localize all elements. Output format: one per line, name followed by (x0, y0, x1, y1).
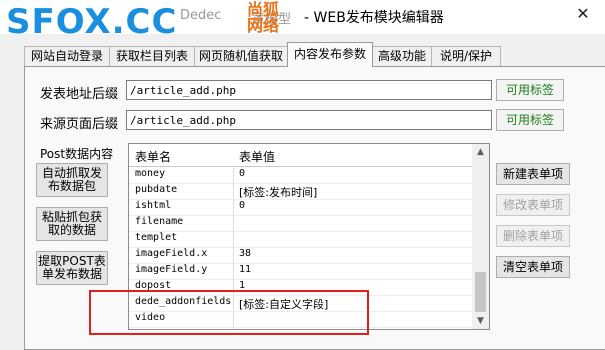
post-suffix-label: 发表地址后缀 (40, 87, 119, 102)
table-header: 表单名 表单值 (129, 144, 472, 167)
row-name: ishtml (135, 200, 172, 211)
tab-advanced[interactable]: 高级功能 (372, 46, 432, 66)
post-suffix-input[interactable]: /article_add.php (126, 80, 492, 100)
scroll-thumb[interactable] (475, 272, 486, 312)
watermark-logo-cn: 尚狐 网络 (225, 2, 301, 38)
tab-help-protect[interactable]: 说明/保护 (431, 46, 501, 66)
source-suffix-label: 来源页面后缀 (40, 117, 119, 132)
row-name: filename (135, 216, 184, 227)
highlight-box (89, 290, 369, 335)
table-row[interactable]: imageField.y 11 (129, 263, 472, 280)
extract-post-button[interactable]: 提取POST表单发布数据 (36, 251, 108, 285)
table-row[interactable]: templet (129, 231, 472, 248)
window-title-partial: Dedec (180, 8, 222, 23)
table-row[interactable]: ishtml 0 (129, 199, 472, 216)
row-name: pubdate (135, 184, 178, 195)
title-bar: Dedec 章模型 - WEB发布模块编辑器 SFOX.CC 尚狐 网络 ✕ (0, 0, 605, 42)
tab-site-login[interactable]: 网站自动登录 (24, 46, 110, 66)
watermark-cn-line2: 网络 (246, 16, 279, 35)
header-form-name[interactable]: 表单名 (135, 148, 171, 165)
tab-random-values[interactable]: 网页随机值获取 (194, 46, 288, 66)
row-value: 38 (239, 248, 252, 259)
table-scrollbar[interactable]: ▲ ▼ (472, 144, 489, 329)
new-item-button[interactable]: 新建表单项 (496, 163, 570, 185)
clear-items-button[interactable]: 清空表单项 (496, 256, 570, 278)
scroll-up-icon[interactable]: ▲ (472, 144, 489, 160)
row-name: money (135, 168, 166, 179)
source-tags-button[interactable]: 可用标签 (496, 109, 564, 131)
table-row[interactable]: filename (129, 215, 472, 232)
header-form-value[interactable]: 表单值 (239, 148, 275, 165)
table-row[interactable]: money 0 (129, 167, 472, 184)
row-name: imageField.y (135, 264, 208, 275)
edit-item-button[interactable]: 修改表单项 (496, 194, 570, 216)
table-row[interactable]: imageField.x 38 (129, 247, 472, 264)
row-value: 0 (239, 200, 246, 211)
paste-capture-button[interactable]: 粘贴抓包获取的数据 (36, 207, 108, 241)
window-title: - WEB发布模块编辑器 (304, 10, 444, 26)
auto-capture-button[interactable]: 自动抓取发布数据包 (36, 163, 108, 197)
table-row[interactable]: pubdate [标签:发布时间] (129, 183, 472, 200)
row-value: 0 (239, 168, 246, 179)
post-data-label: Post数据内容 (40, 147, 114, 161)
scroll-down-icon[interactable]: ▼ (472, 313, 489, 329)
row-name: imageField.x (135, 248, 208, 259)
row-name: templet (135, 232, 178, 243)
watermark-logo: SFOX.CC (6, 2, 178, 42)
tab-column-list[interactable]: 获取栏目列表 (109, 46, 195, 66)
delete-item-button[interactable]: 删除表单项 (496, 225, 570, 247)
row-value: [标签:发布时间] (239, 186, 318, 199)
post-tags-button[interactable]: 可用标签 (496, 79, 564, 101)
source-suffix-input[interactable]: /article_add.php (126, 110, 492, 130)
close-icon[interactable]: ✕ (570, 3, 596, 25)
tab-publish-params[interactable]: 内容发布参数 (287, 42, 373, 67)
row-value: 11 (239, 264, 252, 275)
